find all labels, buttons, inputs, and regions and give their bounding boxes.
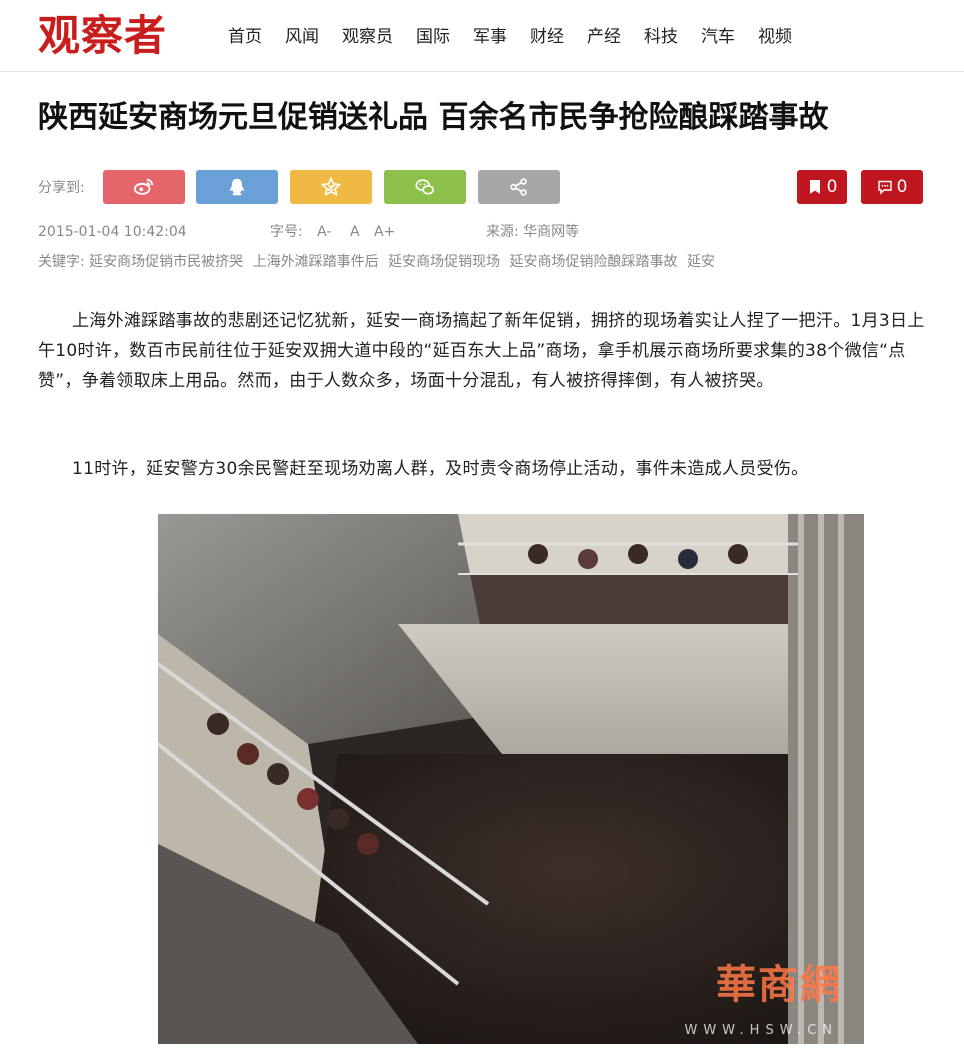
nav-item-military[interactable]: 军事 xyxy=(473,24,507,50)
main-nav: 首页 风闻 观察员 国际 军事 财经 产经 科技 汽车 视频 xyxy=(228,24,815,50)
weibo-icon xyxy=(133,178,154,195)
font-size-control: 字号: A- A A+ xyxy=(270,222,395,242)
bookmark-count: 0 xyxy=(826,177,838,197)
article-paragraph: 上海外滩踩踏事故的悲剧还记忆犹新，延安一商场搞起了新年促销，拥挤的现场着实让人捏… xyxy=(38,311,925,391)
source-label: 来源: xyxy=(486,224,519,240)
source-name: 华商网等 xyxy=(523,224,580,240)
nav-item-video[interactable]: 视频 xyxy=(758,24,792,50)
comment-icon xyxy=(877,180,892,195)
nav-item-finance[interactable]: 财经 xyxy=(530,24,564,50)
nav-item-fengwen[interactable]: 风闻 xyxy=(285,24,319,50)
comment-button[interactable]: 0 xyxy=(861,170,923,204)
keyword-link[interactable]: 延安 xyxy=(687,254,715,270)
article-photo: 華商網 WWW.HSW.CN xyxy=(158,514,864,1044)
bookmark-button[interactable]: 0 xyxy=(797,170,847,204)
keyword-link[interactable]: 延安商场促销险酿踩踏事故 xyxy=(510,254,678,270)
font-size-increase-button[interactable]: A+ xyxy=(374,224,395,240)
share-qzone-button[interactable] xyxy=(290,170,372,204)
nav-item-industry[interactable]: 产经 xyxy=(587,24,621,50)
keyword-link[interactable]: 延安商场促销现场 xyxy=(388,254,500,270)
share-more-button[interactable] xyxy=(478,170,560,204)
keywords-row: 关键字: 延安商场促销市民被挤哭 上海外滩踩踏事件后 延安商场促销现场 延安商场… xyxy=(38,252,720,272)
nav-item-tech[interactable]: 科技 xyxy=(644,24,678,50)
wechat-icon xyxy=(415,179,435,195)
photo-watermark-url: WWW.HSW.CN xyxy=(684,1023,838,1038)
nav-item-home[interactable]: 首页 xyxy=(228,24,262,50)
keywords-label: 关键字: xyxy=(38,254,85,270)
publish-date: 2015-01-04 10:42:04 xyxy=(38,224,187,240)
keyword-link[interactable]: 上海外滩踩踏事件后 xyxy=(253,254,379,270)
article-source: 来源: 华商网等 xyxy=(486,222,579,242)
photo-watermark: 華商網 xyxy=(716,961,842,1008)
article-title: 陕西延安商场元旦促销送礼品 百余名市民争抢险酿踩踏事故 xyxy=(38,100,829,135)
article-paragraph: 11时许，延安警方30余民警赶至现场劝离人群，及时责令商场停止活动，事件未造成人… xyxy=(72,459,809,479)
share-qq-button[interactable] xyxy=(196,170,278,204)
font-size-default-button[interactable]: A xyxy=(350,224,360,240)
font-size-decrease-button[interactable]: A- xyxy=(317,224,331,240)
share-icon xyxy=(510,178,527,196)
site-logo[interactable]: 观察者 xyxy=(38,10,167,62)
keyword-link[interactable]: 延安商场促销市民被挤哭 xyxy=(89,254,243,270)
site-header: 观察者 首页 风闻 观察员 国际 军事 财经 产经 科技 汽车 视频 xyxy=(0,0,964,72)
share-label: 分享到: xyxy=(38,180,85,196)
qq-icon xyxy=(230,178,244,196)
nav-item-observer[interactable]: 观察员 xyxy=(342,24,393,50)
comment-count: 0 xyxy=(896,177,908,197)
share-weibo-button[interactable] xyxy=(103,170,185,204)
share-wechat-button[interactable] xyxy=(384,170,466,204)
qzone-star-icon xyxy=(321,177,341,196)
font-size-label: 字号: xyxy=(270,224,303,240)
bookmark-icon xyxy=(809,180,820,194)
nav-item-international[interactable]: 国际 xyxy=(416,24,450,50)
nav-item-auto[interactable]: 汽车 xyxy=(701,24,735,50)
